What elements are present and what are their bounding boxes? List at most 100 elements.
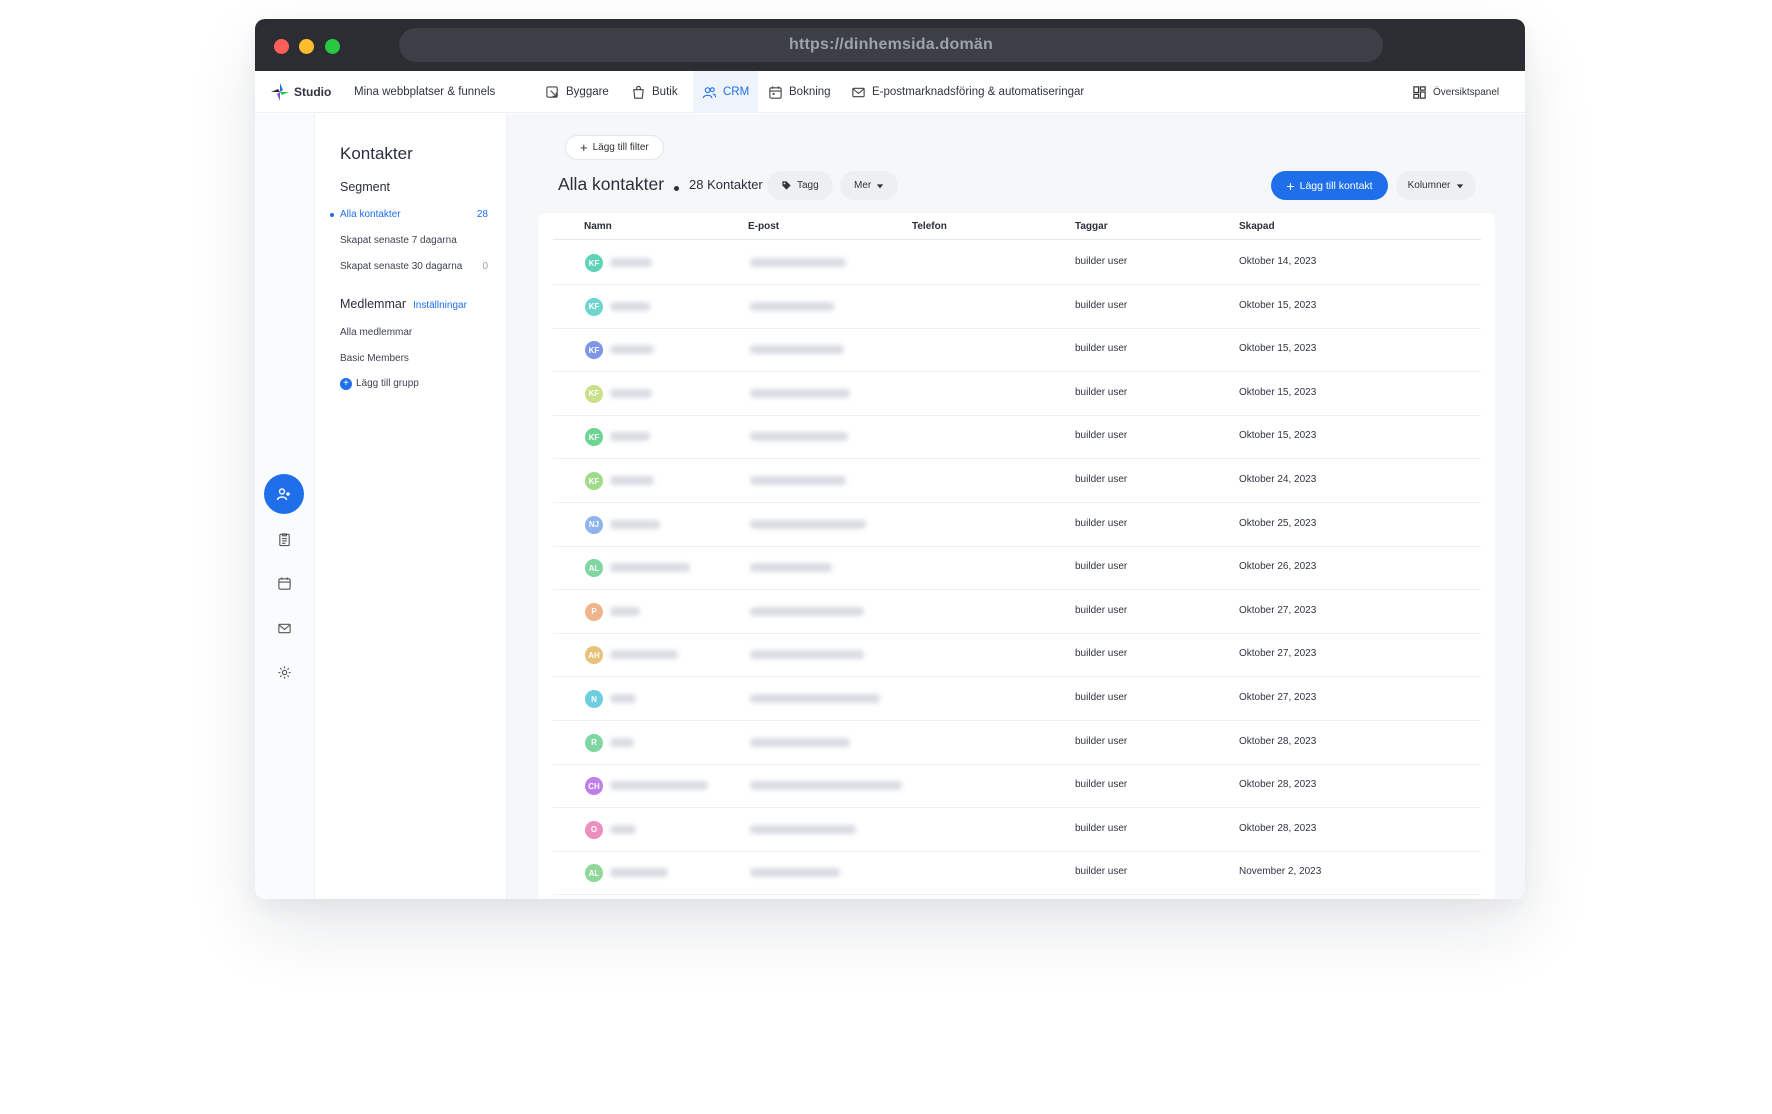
segment-last-7-days[interactable]: Skapat senaste 7 dagarna [340,235,488,246]
table-row[interactable]: KF builder user Oktober 15, 2023 [553,328,1481,373]
column-header-phone[interactable]: Telefon [912,221,947,232]
contact-email-redacted [750,737,850,747]
contact-created-date: Oktober 15, 2023 [1239,386,1317,398]
contact-name-redacted [610,519,660,529]
avatar: KF [585,384,603,403]
add-contact-button[interactable]: + Lägg till kontakt [1271,171,1388,200]
nav-item-crm[interactable]: CRM [693,71,759,113]
table-row[interactable]: KF builder user Oktober 15, 2023 [553,415,1481,460]
avatar: KF [585,297,603,316]
contact-created-date: November 2, 2023 [1239,866,1322,878]
table-row[interactable]: AL builder user November 2, 2023 [553,851,1481,896]
plus-icon: + [580,140,588,155]
contact-created-date: Oktober 26, 2023 [1239,561,1317,573]
close-window-button[interactable] [274,39,289,54]
rail-settings-button[interactable] [264,652,304,692]
avatar: AH [585,646,603,665]
add-filter-button[interactable]: + Lägg till filter [565,135,664,160]
top-navigation: Studio Mina webbplatser & funnels Byggar… [255,71,1525,113]
table-row[interactable]: Pbuilder user Oktober 27, 2023 [553,590,1481,634]
dashboard-grid-icon [1413,85,1426,99]
page-title: Alla kontakter [558,174,665,194]
contacts-count: 28 Kontakter [689,177,763,192]
table-row[interactable]: KF builder user Oktober 14, 2023 [553,241,1481,285]
contact-tag: builder user [1075,517,1128,529]
column-header-tags[interactable]: Taggar [1075,221,1108,232]
contact-name-redacted [610,388,652,398]
members-settings-link[interactable]: Inställningar [413,300,467,311]
contact-tag: builder user [1075,735,1128,747]
nav-item-email-marketing[interactable]: E-postmarknadsföring & automatiseringar [851,71,1084,113]
contact-email-redacted [750,563,832,573]
tag-label: Tagg [797,180,819,191]
segment-all-contacts[interactable]: Alla kontakter 28 [330,209,488,220]
contact-created-date: Oktober 15, 2023 [1239,430,1317,442]
table-row[interactable]: Obuilder user Oktober 28, 2023 [553,808,1481,852]
studio-logo-icon [271,83,289,101]
nav-item-shop[interactable]: Butik [631,71,678,113]
table-row[interactable]: KF builder user Oktober 15, 2023 [553,372,1481,416]
browser-window: https://dinhemsida.domän Studio Mina web… [255,19,1525,899]
plus-circle-icon: + [340,378,352,390]
contact-tag: builder user [1075,386,1128,398]
contact-name-redacted [610,606,640,616]
caret-down-icon [877,183,884,188]
avatar: AL [585,559,603,578]
dashboard-link[interactable]: Översiktspanel [1412,71,1499,113]
plus-icon: + [1286,177,1295,194]
add-group-button[interactable]: + Lägg till grupp [340,378,488,390]
contact-name-redacted [610,781,708,791]
brand-logo[interactable]: Studio [270,82,331,102]
column-header-email[interactable]: E-post [748,221,779,232]
table-row[interactable]: CH builder user Oktober 28, 2023 [553,764,1481,809]
my-sites-link[interactable]: Mina webbplatser & funnels [354,71,495,113]
tag-button[interactable]: Tagg [767,171,833,200]
members-basic[interactable]: Basic Members [340,353,488,364]
columns-button[interactable]: Kolumner [1396,171,1476,200]
rail-forms-button[interactable] [264,519,304,559]
nav-item-builder[interactable]: Byggare [545,71,609,113]
column-header-name[interactable]: Namn [584,221,612,232]
minimize-window-button[interactable] [299,39,314,54]
mail-icon [852,87,865,97]
members-heading: Medlemmar [340,297,406,311]
builder-icon [546,85,558,98]
members-label: Alla medlemmar [340,327,413,338]
table-row[interactable]: Rbuilder user Oktober 28, 2023 [553,721,1481,765]
members-label: Basic Members [340,353,409,364]
more-button[interactable]: Mer [840,171,899,200]
contact-created-date: Oktober 28, 2023 [1239,822,1317,834]
contact-created-date: Oktober 27, 2023 [1239,604,1317,616]
contact-created-date: Oktober 27, 2023 [1239,692,1317,703]
contact-created-date: Oktober 15, 2023 [1239,343,1317,355]
contact-tag: builder user [1075,648,1128,660]
column-header-created[interactable]: Skapad [1239,221,1275,232]
browser-titlebar: https://dinhemsida.domän [255,19,1525,71]
separator-dot [674,185,680,191]
segment-last-30-days[interactable]: Skapat senaste 30 dagarna 0 [340,261,488,272]
address-bar[interactable]: https://dinhemsida.domän [399,28,1383,62]
contact-name-redacted [610,824,636,834]
add-group-label: Lägg till grupp [356,378,419,389]
left-icon-rail [255,114,315,899]
rail-mail-button[interactable] [264,608,304,648]
members-all[interactable]: Alla medlemmar [340,327,488,338]
tag-icon [782,181,791,190]
table-row[interactable]: KF builder user Oktober 24, 2023 [553,459,1481,503]
rail-calendar-button[interactable] [264,563,304,603]
table-row[interactable]: AH builder user Oktober 27, 2023 [553,633,1481,678]
contact-name-redacted [610,345,654,355]
maximize-window-button[interactable] [325,39,340,54]
contact-created-date: Oktober 14, 2023 [1239,256,1317,267]
table-row[interactable]: AL builder user Oktober 26, 2023 [553,546,1481,591]
sidebar-title: Kontakter [340,144,413,163]
nav-item-booking[interactable]: Bokning [768,71,831,113]
avatar: KF [585,341,603,360]
table-row[interactable]: NJ builder user Oktober 25, 2023 [553,503,1481,547]
table-row[interactable]: Nbuilder user Oktober 27, 2023 [553,677,1481,721]
table-row[interactable]: KF builder user Oktober 15, 2023 [553,285,1481,329]
list-heading: Alla kontakter 28 Kontakter [558,174,763,195]
contacts-sidebar: Kontakter Segment Alla kontakter 28 Skap… [315,114,507,899]
avatar: CH [585,777,603,796]
rail-contacts-button[interactable] [264,474,304,514]
